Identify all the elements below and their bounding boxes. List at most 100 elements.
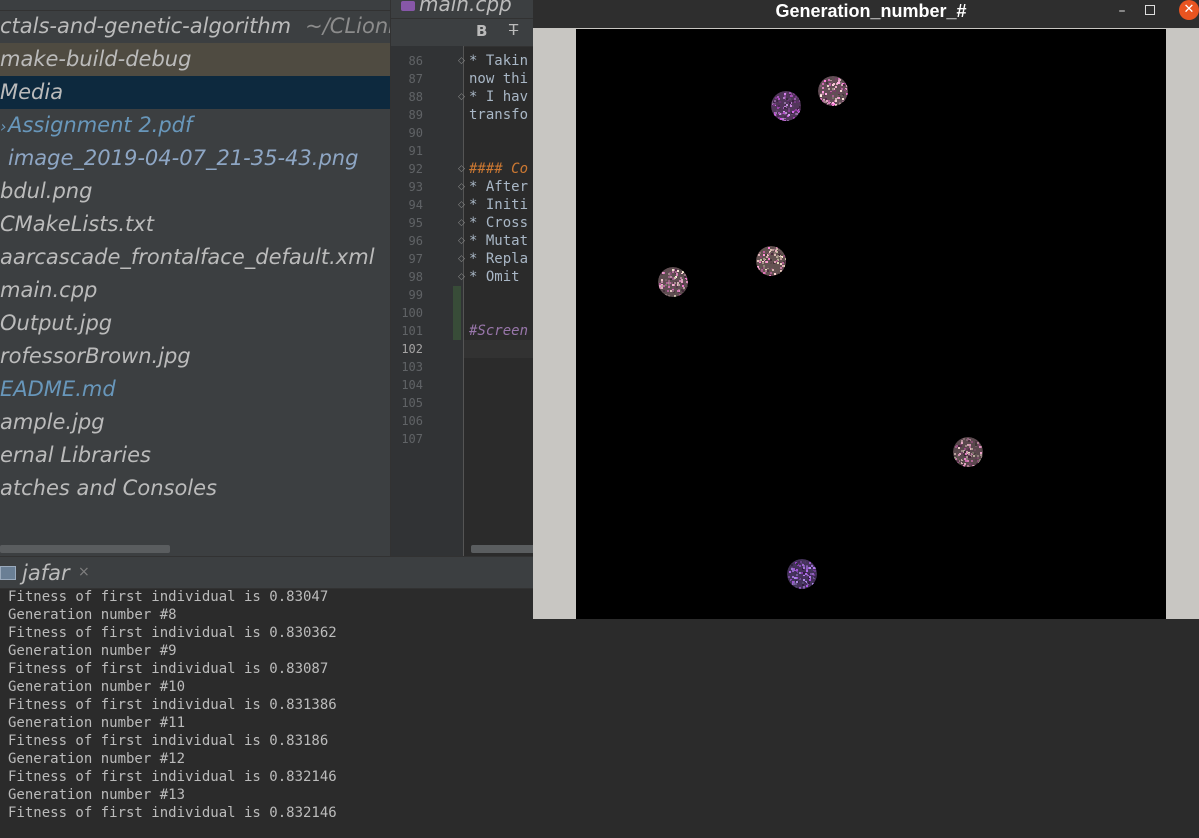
code-line: * Mutat <box>469 233 529 249</box>
code-line: * After <box>469 179 529 195</box>
fold-marker-icon[interactable]: ◇ <box>458 254 466 264</box>
individual-blob <box>658 267 688 297</box>
tree-item-label: Output.jpg <box>0 311 113 335</box>
tree-item-abdul-png[interactable]: bdul.png <box>0 175 390 208</box>
markdown-toolbar: B T <box>391 19 535 47</box>
line-number: 101 <box>401 324 423 338</box>
window-title: Generation_number_# <box>775 1 967 21</box>
expand-arrow-icon: › <box>0 117 7 136</box>
tree-item-label: main.cpp <box>0 278 98 302</box>
tree-item-label: atches and Consoles <box>0 476 217 500</box>
code-line: * Omit <box>469 269 520 285</box>
editor-tab-bar: main.cpp <box>391 0 535 19</box>
line-number: 99 <box>408 288 423 302</box>
close-button[interactable]: ✕ <box>1179 0 1199 20</box>
line-number: 94 <box>408 198 423 212</box>
line-number: 90 <box>408 126 423 140</box>
bold-button[interactable]: B <box>476 22 487 40</box>
tree-item-label: Assignment 2.pdf <box>8 113 193 137</box>
line-number: 103 <box>401 360 423 374</box>
line-number: 97 <box>408 252 423 266</box>
console-line: Fitness of first individual is 0.83087 <box>8 661 329 677</box>
tree-item-sample-jpg[interactable]: ample.jpg <box>0 406 390 439</box>
tree-item-label: EADME.md <box>0 377 116 401</box>
line-number: 106 <box>401 414 423 428</box>
fold-marker-icon[interactable]: ◇ <box>458 272 466 282</box>
fold-marker-icon[interactable]: ◇ <box>458 164 466 174</box>
console-line: Generation number #10 <box>8 679 186 695</box>
tree-item-label: Media <box>0 80 64 104</box>
tree-item-build-dir[interactable]: make-build-debug <box>0 43 390 76</box>
code-line: * Repla <box>469 251 529 267</box>
line-number: 95 <box>408 216 423 230</box>
console-line: Generation number #8 <box>8 607 177 623</box>
individual-blob <box>818 76 848 106</box>
line-number: 92 <box>408 162 423 176</box>
generation-window: Generation_number_# – ✕ <box>533 0 1199 619</box>
tree-item-label: ernal Libraries <box>0 443 151 467</box>
fold-marker-icon[interactable]: ◇ <box>458 56 466 66</box>
tree-item-external-libraries[interactable]: ernal Libraries <box>0 439 390 472</box>
console-icon <box>0 566 16 580</box>
tree-item-cmakelists[interactable]: CMakeLists.txt <box>0 208 390 241</box>
line-number: 102 <box>401 342 423 356</box>
fold-marker-icon[interactable]: ◇ <box>458 236 466 246</box>
maximize-button[interactable] <box>1145 5 1155 15</box>
console-line: Fitness of first individual is 0.83047 <box>8 589 329 605</box>
line-number: 98 <box>408 270 423 284</box>
fold-marker-icon[interactable]: ◇ <box>458 218 466 228</box>
tree-item-media[interactable]: Media <box>0 76 390 109</box>
individual-blob <box>771 91 801 121</box>
fold-marker-icon[interactable]: ◇ <box>458 200 466 210</box>
individual-blob <box>787 559 817 589</box>
tree-item-label: bdul.png <box>0 179 93 203</box>
line-number: 91 <box>408 144 423 158</box>
tree-item-professor-brown[interactable]: rofessorBrown.jpg <box>0 340 390 373</box>
window-titlebar[interactable]: Generation_number_# – ✕ <box>533 0 1199 28</box>
close-tab-icon[interactable]: × <box>78 564 90 580</box>
line-number: 105 <box>401 396 423 410</box>
run-tab-bar: jafar × <box>0 556 533 589</box>
code-editor: main.cpp B T * Takin now thi * I hav transf… <box>390 0 535 556</box>
console-line: Generation number #13 <box>8 787 186 803</box>
code-line: * Takin <box>469 53 529 69</box>
tree-item-haarcascade[interactable]: aarcascade_frontalface_default.xml <box>0 241 390 274</box>
tree-item-label: aarcascade_frontalface_default.xml <box>0 245 375 269</box>
project-root[interactable]: ctals-and-genetic-algorithm ~/CLionP <box>0 10 390 43</box>
code-line: transfo <box>469 107 529 123</box>
tree-item-label: image_2019-04-07_21-35-43.png <box>8 146 359 170</box>
tree-item-output-jpg[interactable]: Output.jpg <box>0 307 390 340</box>
project-scrollbar-thumb[interactable] <box>0 545 170 553</box>
project-tree-panel: ctals-and-genetic-algorithm ~/CLionP make… <box>0 0 390 556</box>
tree-item-readme[interactable]: EADME.md <box>0 373 390 406</box>
tree-item-assignment-pdf[interactable]: ›Assignment 2.pdf <box>0 109 390 142</box>
tree-item-main-cpp[interactable]: main.cpp <box>0 274 390 307</box>
console-line: Generation number #9 <box>8 643 177 659</box>
line-number: 89 <box>408 108 423 122</box>
generation-canvas <box>576 29 1166 619</box>
code-line: * Cross <box>469 215 529 231</box>
line-number: 88 <box>408 90 423 104</box>
tree-item-image-png[interactable]: image_2019-04-07_21-35-43.png <box>0 142 390 175</box>
line-number: 93 <box>408 180 423 194</box>
tree-item-scratches[interactable]: atches and Consoles <box>0 472 390 505</box>
run-config-tab[interactable]: jafar <box>22 561 70 585</box>
line-number: 104 <box>401 378 423 392</box>
fold-marker-icon[interactable]: ◇ <box>458 92 466 102</box>
line-number: 96 <box>408 234 423 248</box>
console-line: Generation number #12 <box>8 751 186 767</box>
console-line: Fitness of first individual is 0.830362 <box>8 625 337 641</box>
project-root-path: ~/CLionP <box>305 14 390 38</box>
code-line: #Screen <box>469 323 529 339</box>
line-number: 107 <box>401 432 423 446</box>
console-line: Fitness of first individual is 0.832146 <box>8 805 337 821</box>
strikethrough-button[interactable]: T <box>509 21 518 39</box>
individual-blob <box>953 437 983 467</box>
change-marker <box>453 304 461 322</box>
console-line: Generation number #11 <box>8 715 186 731</box>
minimize-button[interactable]: – <box>1111 0 1133 22</box>
console-line: Fitness of first individual is 0.83186 <box>8 733 329 749</box>
tab-main-cpp[interactable]: main.cpp <box>401 0 512 16</box>
fold-marker-icon[interactable]: ◇ <box>458 182 466 192</box>
editor-scrollbar-thumb[interactable] <box>471 545 535 553</box>
